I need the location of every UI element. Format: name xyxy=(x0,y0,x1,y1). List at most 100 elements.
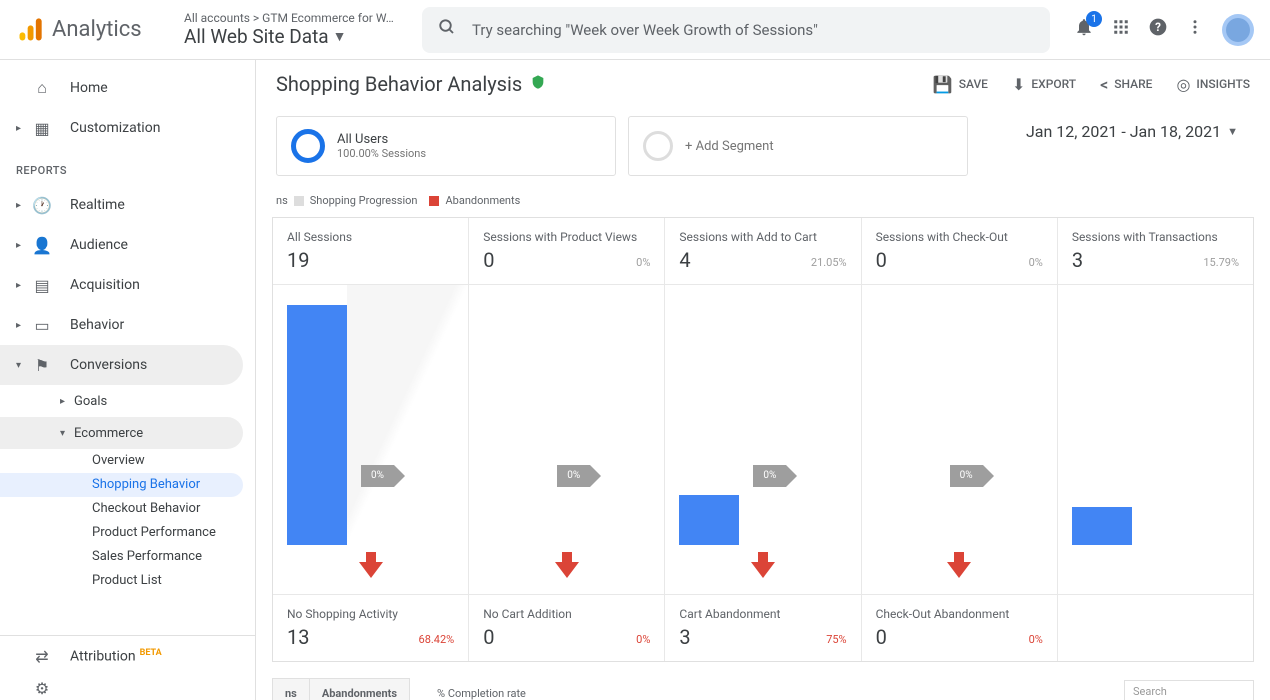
chevron-down-icon: ▼ xyxy=(333,28,347,45)
clock-icon: 🕐 xyxy=(30,196,54,215)
content-area: Shopping Behavior Analysis 💾SAVE ⬇EXPORT… xyxy=(256,60,1270,700)
funnel-drop-arrow-cell xyxy=(1058,545,1253,595)
sidebar-item-realtime[interactable]: ▸🕐 Realtime xyxy=(0,185,255,225)
funnel-chart: All Sessions19Sessions with Product View… xyxy=(272,217,1254,662)
sidebar-item-goals[interactable]: ▸ Goals xyxy=(0,385,255,417)
share-icon: < xyxy=(1100,75,1108,94)
funnel-stage-header[interactable]: Sessions with Add to Cart421.05% xyxy=(665,218,861,285)
page-title: Shopping Behavior Analysis xyxy=(276,72,546,96)
funnel-stage-bar: 0% xyxy=(469,285,665,545)
sidebar-item-acquisition[interactable]: ▸▤ Acquisition xyxy=(0,265,255,305)
sidebar-item-ecommerce[interactable]: ▾ Ecommerce xyxy=(0,417,243,449)
expand-arrow-icon: ▾ xyxy=(16,360,30,371)
sidebar-item-attribution[interactable]: ⇄ AttributionBETA xyxy=(0,636,255,676)
funnel-stage-header[interactable]: Sessions with Transactions315.79% xyxy=(1058,218,1253,285)
sidebar-item-overview[interactable]: Overview xyxy=(0,449,255,473)
date-range-picker[interactable]: Jan 12, 2021 - Jan 18, 2021 ▼ xyxy=(1026,116,1250,141)
funnel-stage-header[interactable]: All Sessions19 xyxy=(273,218,469,285)
export-button[interactable]: ⬇EXPORT xyxy=(1012,75,1076,94)
segment-all-users[interactable]: All Users 100.00% Sessions xyxy=(276,116,616,176)
collapse-arrow-icon: ▸ xyxy=(16,240,30,251)
progression-arrow: 0% xyxy=(950,465,994,487)
segment-circle-icon xyxy=(291,129,325,163)
sidebar-item-product-performance[interactable]: Product Performance xyxy=(0,521,255,545)
funnel-abandon-footer[interactable] xyxy=(1058,595,1253,661)
funnel-stage-bar: 0% xyxy=(862,285,1058,545)
tab-completion-rate[interactable]: % Completion rate xyxy=(425,679,538,700)
funnel-drop-arrow-cell xyxy=(862,545,1058,595)
dashboard-icon: ▦ xyxy=(30,119,54,138)
abandonment-arrow-icon xyxy=(751,562,775,578)
verified-shield-icon xyxy=(530,74,546,94)
account-path: All accounts > GTM Ecommerce for W… xyxy=(184,11,398,25)
acquisition-icon: ▤ xyxy=(30,276,54,295)
sidebar-item-product-list[interactable]: Product List xyxy=(0,569,255,593)
progression-arrow: 0% xyxy=(557,465,601,487)
abandonment-arrow-icon xyxy=(359,562,383,578)
sidebar-item-settings[interactable]: ⚙ xyxy=(0,676,255,700)
funnel-abandon-footer[interactable]: No Cart Addition00% xyxy=(469,595,665,661)
search-input[interactable]: Try searching "Week over Week Growth of … xyxy=(422,7,1050,53)
collapse-arrow-icon: ▸ xyxy=(60,396,74,407)
flag-icon: ⚑ xyxy=(30,356,54,375)
product-logo[interactable]: Analytics xyxy=(16,16,176,44)
funnel-abandon-footer[interactable]: No Shopping Activity1368.42% xyxy=(273,595,469,661)
account-name: All Web Site Data xyxy=(184,25,329,48)
sidebar-item-behavior[interactable]: ▸▭ Behavior xyxy=(0,305,255,345)
chart-legend: ns Shopping Progression Abandonments xyxy=(256,184,1270,217)
funnel-abandon-footer[interactable]: Check-Out Abandonment00% xyxy=(862,595,1058,661)
product-name: Analytics xyxy=(52,17,142,42)
apps-icon[interactable] xyxy=(1112,18,1130,41)
legend-swatch-abandonments xyxy=(429,196,439,206)
search-placeholder: Try searching "Week over Week Growth of … xyxy=(472,21,818,39)
sidebar-item-conversions[interactable]: ▾⚑ Conversions xyxy=(0,345,243,385)
collapse-arrow-icon: ▸ xyxy=(16,320,30,331)
gear-icon: ⚙ xyxy=(30,679,54,698)
svg-text:?: ? xyxy=(1155,20,1161,34)
funnel-stage-bar: 0% xyxy=(665,285,861,545)
sidebar-item-checkout-behavior[interactable]: Checkout Behavior xyxy=(0,497,255,521)
insights-icon: ◎ xyxy=(1176,75,1190,94)
funnel-drop-arrow-cell xyxy=(273,545,469,595)
sidebar-item-customization[interactable]: ▸▦ Customization xyxy=(0,108,255,148)
behavior-icon: ▭ xyxy=(30,316,54,335)
add-segment-button[interactable]: + Add Segment xyxy=(628,116,968,176)
sidebar-item-shopping-behavior[interactable]: Shopping Behavior xyxy=(0,473,243,497)
add-segment-circle-icon xyxy=(643,131,673,161)
funnel-abandon-footer[interactable]: Cart Abandonment375% xyxy=(665,595,861,661)
save-icon: 💾 xyxy=(933,75,953,94)
person-icon: 👤 xyxy=(30,236,54,255)
avatar[interactable] xyxy=(1222,14,1254,46)
analytics-logo-icon xyxy=(16,16,44,44)
table-search-input[interactable]: Search xyxy=(1124,680,1254,700)
sidebar: ⌂ Home ▸▦ Customization REPORTS ▸🕐 Realt… xyxy=(0,60,256,700)
save-button[interactable]: 💾SAVE xyxy=(933,75,988,94)
funnel-stage-bar: 0% xyxy=(273,285,469,545)
funnel-stage-bar xyxy=(1058,285,1253,545)
progression-arrow: 0% xyxy=(753,465,797,487)
notifications-icon[interactable]: 1 xyxy=(1074,17,1094,42)
search-icon xyxy=(438,18,456,41)
share-button[interactable]: <SHARE xyxy=(1100,75,1152,94)
sidebar-item-sales-performance[interactable]: Sales Performance xyxy=(0,545,255,569)
funnel-drop-arrow-cell xyxy=(469,545,665,595)
help-icon[interactable]: ? xyxy=(1148,17,1168,42)
sidebar-item-home[interactable]: ⌂ Home xyxy=(0,68,255,108)
legend-swatch-progression xyxy=(294,196,304,206)
funnel-stage-header[interactable]: Sessions with Check-Out00% xyxy=(862,218,1058,285)
account-picker[interactable]: All accounts > GTM Ecommerce for W… All … xyxy=(176,11,406,48)
sidebar-item-audience[interactable]: ▸👤 Audience xyxy=(0,225,255,265)
more-vert-icon[interactable] xyxy=(1186,18,1204,41)
collapse-arrow-icon: ▸ xyxy=(16,280,30,291)
attribution-icon: ⇄ xyxy=(30,647,54,666)
funnel-stage-header[interactable]: Sessions with Product Views00% xyxy=(469,218,665,285)
progression-arrow: 0% xyxy=(361,465,405,487)
expand-arrow-icon: ▾ xyxy=(60,428,74,439)
collapse-arrow-icon: ▸ xyxy=(16,200,30,211)
collapse-arrow-icon: ▸ xyxy=(16,123,30,134)
sidebar-reports-header: REPORTS xyxy=(0,148,255,185)
download-icon: ⬇ xyxy=(1012,75,1025,94)
tab-abandonments[interactable]: Abandonments xyxy=(309,678,410,700)
tab-ns[interactable]: ns xyxy=(272,678,310,700)
insights-button[interactable]: ◎INSIGHTS xyxy=(1176,75,1250,94)
